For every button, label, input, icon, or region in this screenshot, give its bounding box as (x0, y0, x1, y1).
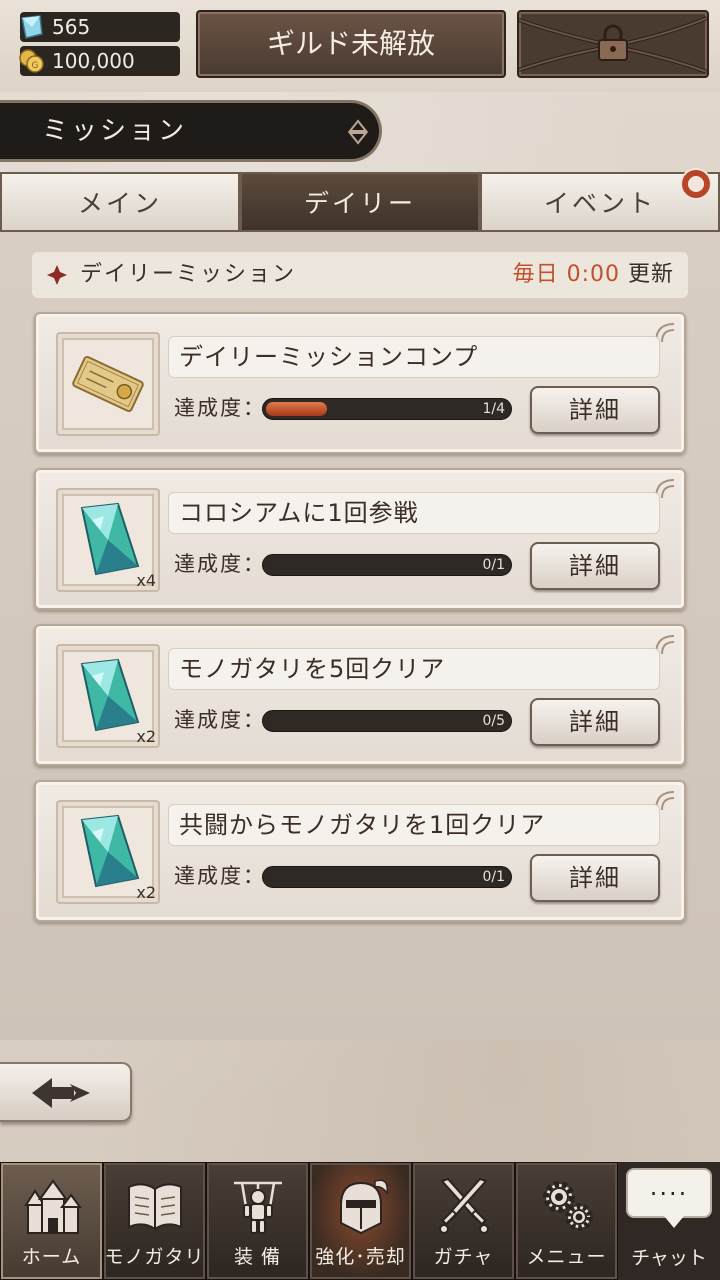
crystal-counter: 565 (20, 12, 180, 42)
crystal-count: 565 (52, 15, 91, 39)
progress-label: 達成度： (174, 864, 266, 888)
ticket-icon (72, 355, 144, 413)
reset-info: 毎日 0:00 更新 (513, 252, 674, 298)
gears-icon (543, 1181, 593, 1231)
nav-enhance-label: 強化･売却 (315, 1246, 406, 1268)
progress-text: 0/5 (482, 713, 505, 729)
mission-card: x2 モノガタリを5回クリア 達成度： 0/5 詳細 (34, 624, 686, 766)
detail-button[interactable]: 詳細 (530, 854, 660, 902)
puppet-icon (234, 1181, 282, 1234)
coin-icon: G (19, 49, 44, 73)
chain-lock-icon (519, 16, 707, 74)
progress-text: 0/1 (482, 557, 505, 573)
coin-count: 100,000 (52, 49, 135, 73)
crystal-icon (80, 814, 140, 888)
reward-quantity: x2 (136, 727, 156, 746)
svg-text:G: G (32, 61, 39, 71)
progress-bar: 0/1 (262, 866, 512, 888)
progress-fill (266, 402, 327, 416)
mission-title: 共闘からモノガタリを1回クリア (168, 804, 660, 846)
sort-icon[interactable] (347, 119, 369, 145)
reset-time: 0:00 (566, 262, 620, 287)
nav-story[interactable]: モノガタリ (103, 1162, 206, 1280)
progress-label: 達成度： (174, 552, 266, 576)
mission-title: モノガタリを5回クリア (168, 648, 660, 690)
mission-card: x2 共闘からモノガタリを1回クリア 達成度： 0/1 詳細 (34, 780, 686, 922)
mission-card: デイリーミッションコンプ 達成度： 1/4 詳細 (34, 312, 686, 454)
locked-feature-button[interactable] (517, 10, 709, 78)
progress-label: 達成度： (174, 396, 266, 420)
reward-slot[interactable]: x4 (56, 488, 160, 592)
detail-button[interactable]: 詳細 (530, 542, 660, 590)
reward-slot[interactable]: x2 (56, 800, 160, 904)
tab-event-label: イベント (543, 189, 656, 218)
progress-text: 1/4 (482, 401, 505, 417)
page-title: ミッション (0, 100, 382, 162)
back-arrow-icon (32, 1078, 90, 1108)
reward-quantity: x2 (136, 883, 156, 902)
reward-quantity: x4 (136, 571, 156, 590)
mission-card: x4 コロシアムに1回参戦 達成度： 0/1 詳細 (34, 468, 686, 610)
crystal-icon (80, 502, 140, 576)
mission-title: コロシアムに1回参戦 (168, 492, 660, 534)
reset-prefix: 毎日 (512, 262, 559, 287)
coin-counter: G 100,000 (19, 46, 180, 76)
mission-tabs: メイン デイリー イベント (0, 168, 720, 232)
progress-bar: 0/5 (262, 710, 512, 732)
reward-slot[interactable]: x2 (56, 644, 160, 748)
tab-daily[interactable]: デイリー (240, 172, 480, 232)
nav-story-label: モノガタリ (104, 1246, 205, 1268)
page-title-text: ミッション (42, 116, 188, 146)
chat-label: チャット (631, 1247, 707, 1269)
progress-label: 達成度： (174, 708, 266, 732)
book-icon (128, 1183, 182, 1231)
progress-bar: 0/1 (262, 554, 512, 576)
nav-gacha[interactable]: ガチャ (412, 1162, 515, 1280)
top-bar: 565 G 100,000 ギルド未解放 (0, 0, 720, 92)
ornament-cross-icon (47, 265, 67, 285)
mission-title: デイリーミッションコンプ (168, 336, 660, 378)
nav-equipment-label: 装 備 (233, 1246, 282, 1268)
guild-button[interactable]: ギルド未解放 (196, 10, 506, 78)
notification-badge-icon (680, 168, 712, 200)
progress-text: 0/1 (482, 869, 505, 885)
nav-equipment[interactable]: 装 備 (206, 1162, 309, 1280)
home-icon (24, 1179, 82, 1234)
section-title: デイリーミッション (80, 262, 297, 287)
chat-bubble-icon: .... (626, 1168, 712, 1228)
nav-enhance[interactable]: 強化･売却 (309, 1162, 412, 1280)
reset-suffix: 更新 (627, 262, 674, 287)
crystal-icon (80, 658, 140, 732)
progress-bar: 1/4 (262, 398, 512, 420)
swords-icon (439, 1177, 489, 1234)
helmet-icon (340, 1179, 388, 1235)
bottom-nav: ホーム モノガタリ 装 備 強化･売却 ガチャ メニュー .... チャット (0, 1162, 720, 1280)
tab-event[interactable]: イベント (480, 168, 720, 232)
detail-button[interactable]: 詳細 (530, 386, 660, 434)
section-header: デイリーミッション 毎日 0:00 更新 (32, 252, 688, 298)
back-button[interactable] (0, 1062, 132, 1122)
detail-button[interactable]: 詳細 (530, 698, 660, 746)
nav-menu[interactable]: メニュー (515, 1162, 618, 1280)
chat-button[interactable]: .... チャット (618, 1162, 720, 1280)
tab-main[interactable]: メイン (0, 172, 240, 232)
reward-slot[interactable] (56, 332, 160, 436)
nav-menu-label: メニュー (526, 1246, 607, 1268)
nav-home-label: ホーム (21, 1246, 82, 1268)
nav-gacha-label: ガチャ (433, 1246, 494, 1268)
crystal-icon (21, 15, 43, 39)
nav-home[interactable]: ホーム (0, 1162, 103, 1280)
